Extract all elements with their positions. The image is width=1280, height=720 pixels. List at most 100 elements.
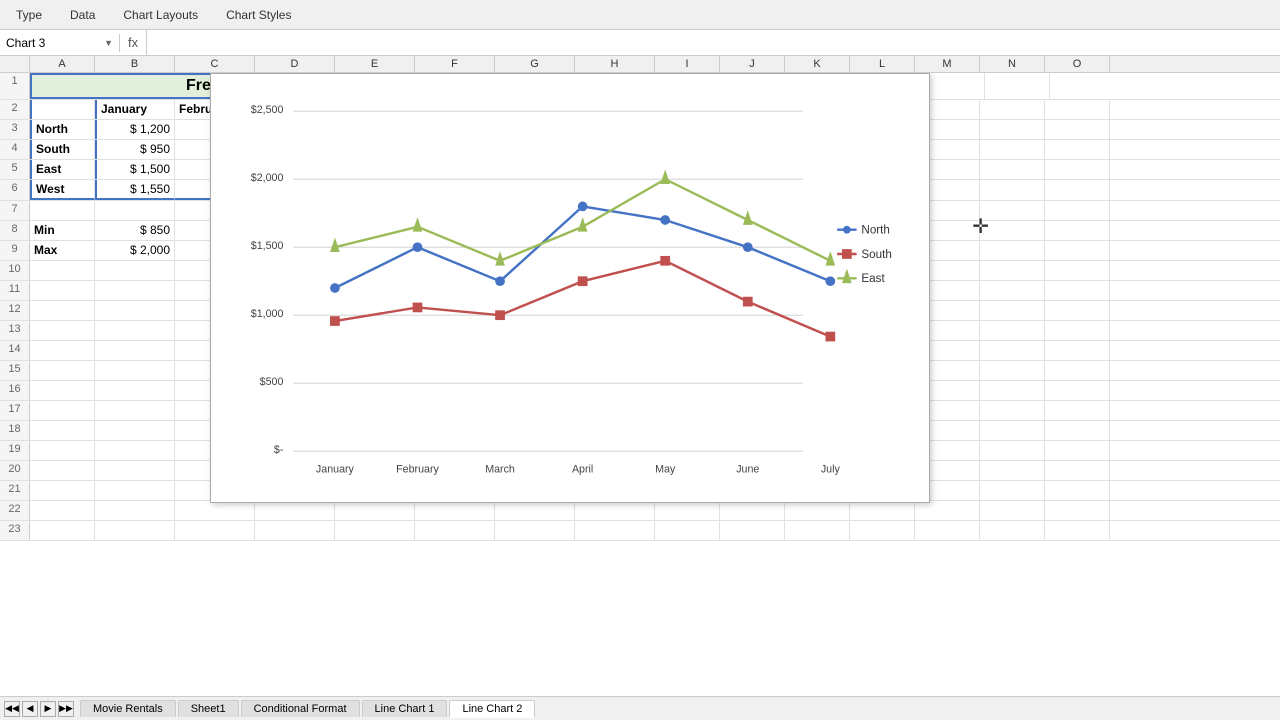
cell-o14[interactable]: [1045, 341, 1110, 360]
cell-o20[interactable]: [1045, 461, 1110, 480]
col-header-g[interactable]: G: [495, 56, 575, 72]
tab-nav-next[interactable]: ▶: [40, 701, 56, 717]
tab-sheet1[interactable]: Sheet1: [178, 700, 239, 717]
cell-o15[interactable]: [1045, 361, 1110, 380]
cell-a8[interactable]: Min: [30, 221, 95, 240]
cell-i23[interactable]: [655, 521, 720, 540]
cell-h22[interactable]: [575, 501, 655, 520]
col-header-j[interactable]: J: [720, 56, 785, 72]
cell-a22[interactable]: [30, 501, 95, 520]
cell-m23[interactable]: [915, 521, 980, 540]
cell-n4[interactable]: [980, 140, 1045, 159]
cell-e23[interactable]: [335, 521, 415, 540]
cell-a6[interactable]: West: [30, 180, 95, 200]
cell-a7[interactable]: [30, 201, 95, 220]
cell-n21[interactable]: [980, 481, 1045, 500]
cell-o16[interactable]: [1045, 381, 1110, 400]
cell-f22[interactable]: [415, 501, 495, 520]
toolbar-chart-styles[interactable]: Chart Styles: [214, 8, 303, 22]
col-header-b[interactable]: B: [95, 56, 175, 72]
tab-line-chart-1[interactable]: Line Chart 1: [362, 700, 448, 717]
cell-e22[interactable]: [335, 501, 415, 520]
cell-a3[interactable]: North: [30, 120, 95, 139]
cell-d22[interactable]: [255, 501, 335, 520]
cell-f23[interactable]: [415, 521, 495, 540]
col-header-c[interactable]: C: [175, 56, 255, 72]
cell-a23[interactable]: [30, 521, 95, 540]
cell-b4[interactable]: $ 950: [95, 140, 175, 159]
cell-o22[interactable]: [1045, 501, 1110, 520]
cell-l22[interactable]: [850, 501, 915, 520]
tab-movie-rentals[interactable]: Movie Rentals: [80, 700, 176, 717]
cell-a16[interactable]: [30, 381, 95, 400]
cell-n9[interactable]: [980, 241, 1045, 260]
cell-a5[interactable]: East: [30, 160, 95, 179]
cell-a21[interactable]: [30, 481, 95, 500]
tab-nav-first[interactable]: ◀◀: [4, 701, 20, 717]
cell-o2[interactable]: [1045, 100, 1110, 119]
col-header-k[interactable]: K: [785, 56, 850, 72]
cell-n22[interactable]: [980, 501, 1045, 520]
cell-n20[interactable]: [980, 461, 1045, 480]
cell-o5[interactable]: [1045, 160, 1110, 179]
tab-nav-prev[interactable]: ◀: [22, 701, 38, 717]
cell-n11[interactable]: [980, 281, 1045, 300]
cell-o11[interactable]: [1045, 281, 1110, 300]
cell-b5[interactable]: $ 1,500: [95, 160, 175, 179]
cell-c23[interactable]: [175, 521, 255, 540]
cell-b8[interactable]: $ 850: [95, 221, 175, 240]
cell-a18[interactable]: [30, 421, 95, 440]
cell-m22[interactable]: [915, 501, 980, 520]
cell-b13[interactable]: [95, 321, 175, 340]
col-header-m[interactable]: M: [915, 56, 980, 72]
toolbar-data[interactable]: Data: [58, 8, 107, 22]
cell-o9[interactable]: [1045, 241, 1110, 260]
cell-n15[interactable]: [980, 361, 1045, 380]
cell-n16[interactable]: [980, 381, 1045, 400]
col-header-n[interactable]: N: [980, 56, 1045, 72]
cell-a12[interactable]: [30, 301, 95, 320]
toolbar-type[interactable]: Type: [4, 8, 54, 22]
cell-n19[interactable]: [980, 441, 1045, 460]
cell-a13[interactable]: [30, 321, 95, 340]
cell-o10[interactable]: [1045, 261, 1110, 280]
cell-o3[interactable]: [1045, 120, 1110, 139]
cell-c22[interactable]: [175, 501, 255, 520]
cell-b21[interactable]: [95, 481, 175, 500]
cell-o7[interactable]: [1045, 201, 1110, 220]
cell-i22[interactable]: [655, 501, 720, 520]
cell-l23[interactable]: [850, 521, 915, 540]
cell-n17[interactable]: [980, 401, 1045, 420]
cell-a9[interactable]: Max: [30, 241, 95, 260]
cell-b18[interactable]: [95, 421, 175, 440]
toolbar-chart-layouts[interactable]: Chart Layouts: [111, 8, 210, 22]
cell-a20[interactable]: [30, 461, 95, 480]
cell-a14[interactable]: [30, 341, 95, 360]
cell-b17[interactable]: [95, 401, 175, 420]
cell-o8[interactable]: [1045, 221, 1110, 240]
cell-k22[interactable]: [785, 501, 850, 520]
col-header-d[interactable]: D: [255, 56, 335, 72]
cell-o23[interactable]: [1045, 521, 1110, 540]
cell-a10[interactable]: [30, 261, 95, 280]
cell-k23[interactable]: [785, 521, 850, 540]
cell-n10[interactable]: [980, 261, 1045, 280]
col-header-h[interactable]: H: [575, 56, 655, 72]
cell-b22[interactable]: [95, 501, 175, 520]
cell-b2[interactable]: January: [95, 100, 175, 119]
cell-o21[interactable]: [1045, 481, 1110, 500]
cell-j23[interactable]: [720, 521, 785, 540]
cell-n13[interactable]: [980, 321, 1045, 340]
col-header-i[interactable]: I: [655, 56, 720, 72]
cell-n14[interactable]: [980, 341, 1045, 360]
cell-j22[interactable]: [720, 501, 785, 520]
cell-o6[interactable]: [1045, 180, 1110, 200]
name-box[interactable]: Chart 3 ▼: [0, 34, 120, 52]
cell-b9[interactable]: $ 2,000: [95, 241, 175, 260]
cell-b19[interactable]: [95, 441, 175, 460]
cell-o4[interactable]: [1045, 140, 1110, 159]
cell-n6[interactable]: [980, 180, 1045, 200]
cell-o13[interactable]: [1045, 321, 1110, 340]
cell-b10[interactable]: [95, 261, 175, 280]
cell-b6[interactable]: $ 1,550: [95, 180, 175, 200]
